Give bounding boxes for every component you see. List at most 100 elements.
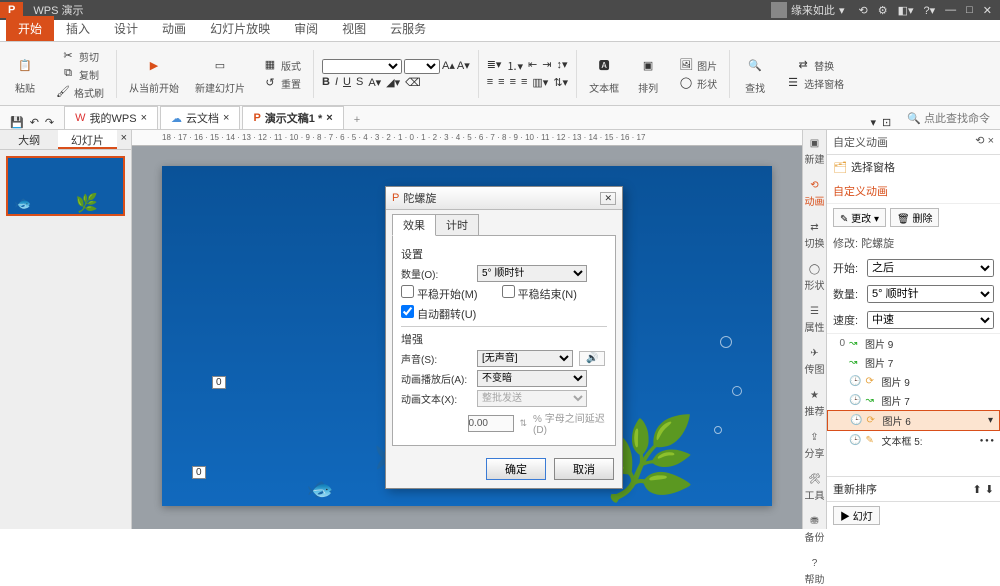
copy-button[interactable]: ⧉复制 bbox=[59, 65, 99, 83]
ribbon-tab-home[interactable]: 开始 bbox=[6, 16, 54, 41]
smooth-start-checkbox[interactable]: 平稳开始(M) bbox=[401, 285, 478, 302]
side-tab-attributes[interactable]: ☰属性 bbox=[805, 306, 825, 334]
ribbon-tab-view[interactable]: 视图 bbox=[330, 16, 378, 41]
select-pane-button[interactable]: ☰选择窗格 bbox=[784, 74, 844, 92]
textbox-button[interactable]: 🅰文本框 bbox=[583, 44, 625, 103]
reset-button[interactable]: ↺重置 bbox=[261, 74, 301, 92]
align-left-button[interactable]: ≡ bbox=[487, 76, 493, 89]
side-tab-shape[interactable]: ◯形状 bbox=[805, 264, 825, 292]
ok-button[interactable]: 确定 bbox=[486, 458, 546, 480]
auto-reverse-checkbox[interactable]: 自动翻转(U) bbox=[401, 305, 476, 322]
cut-button[interactable]: ✂剪切 bbox=[59, 47, 99, 65]
close-icon[interactable]: × bbox=[117, 130, 131, 149]
chevron-down-icon[interactable]: ▾ bbox=[988, 415, 993, 426]
small-fish-image[interactable]: 🐟 bbox=[307, 476, 334, 502]
doc-tab-mywps[interactable]: W我的WPS× bbox=[64, 106, 158, 129]
ribbon-tab-cloud[interactable]: 云服务 bbox=[378, 16, 438, 41]
command-search[interactable]: 🔍 点此查找命令 bbox=[897, 107, 1000, 129]
dialog-tab-timing[interactable]: 计时 bbox=[435, 214, 479, 236]
doc-tab-presentation1[interactable]: P演示文稿1 *× bbox=[242, 106, 343, 129]
sync-icon[interactable]: ⟲ bbox=[858, 4, 867, 17]
ribbon-tab-insert[interactable]: 插入 bbox=[54, 16, 102, 41]
find-button[interactable]: 🔍查找 bbox=[736, 44, 774, 103]
animation-order-marker[interactable]: 0 bbox=[212, 376, 226, 389]
ribbon-tab-slideshow[interactable]: 幻灯片放映 bbox=[198, 16, 282, 41]
sync-icon[interactable]: ⟲ bbox=[975, 135, 984, 147]
side-tab-tools[interactable]: 🛠工具 bbox=[805, 474, 825, 502]
line-spacing-button[interactable]: ↕▾ bbox=[556, 58, 567, 74]
amount-select[interactable]: 5° 顺时针 bbox=[867, 285, 994, 303]
align-center-button[interactable]: ≡ bbox=[498, 76, 504, 89]
move-down-button[interactable]: ⬇ bbox=[985, 484, 994, 496]
animation-order-marker[interactable]: 0 bbox=[192, 466, 206, 479]
maximize-icon[interactable]: □ bbox=[966, 4, 973, 17]
list-item[interactable]: 0↝图片 9 bbox=[827, 334, 1000, 353]
close-icon[interactable]: ✕ bbox=[600, 192, 616, 205]
arrange-button[interactable]: ▣排列 bbox=[629, 44, 667, 103]
layout-button[interactable]: ▦版式 bbox=[261, 56, 301, 74]
side-tab-info[interactable]: ✈传图 bbox=[805, 348, 825, 376]
side-tab-new[interactable]: ▣新建 bbox=[805, 138, 825, 166]
feedback-icon[interactable]: ?▾ bbox=[923, 4, 935, 17]
increase-font-icon[interactable]: A▴ bbox=[442, 59, 455, 74]
underline-button[interactable]: U bbox=[343, 76, 351, 89]
pin-icon[interactable]: ⊡ bbox=[882, 116, 891, 129]
close-icon[interactable]: ✕ bbox=[983, 4, 992, 17]
italic-button[interactable]: I bbox=[335, 76, 338, 89]
user-account[interactable]: 缘来如此▾ bbox=[765, 2, 851, 18]
select-pane-button[interactable]: 🗂选择窗格 bbox=[827, 155, 1000, 179]
smooth-end-checkbox[interactable]: 平稳结束(N) bbox=[502, 285, 577, 302]
side-tab-help[interactable]: ?帮助 bbox=[805, 558, 825, 586]
close-icon[interactable]: × bbox=[326, 112, 332, 124]
settings-icon[interactable]: ⚙ bbox=[878, 4, 888, 17]
align-right-button[interactable]: ≡ bbox=[510, 76, 516, 89]
redo-icon[interactable]: ↷ bbox=[45, 116, 54, 129]
text-direction-button[interactable]: ⇅▾ bbox=[553, 76, 568, 89]
play-slideshow-button[interactable]: ▶ 幻灯 bbox=[833, 506, 880, 525]
minimize-icon[interactable]: — bbox=[945, 4, 956, 17]
outline-tab[interactable]: 大纲 bbox=[0, 130, 58, 149]
list-item[interactable]: 🕒↝图片 7 bbox=[827, 391, 1000, 410]
format-painter-button[interactable]: 🖌格式刷 bbox=[54, 83, 104, 101]
slide-thumbnail-1[interactable]: 🐟 🌿 bbox=[6, 156, 125, 216]
numbering-button[interactable]: ⒈▾ bbox=[506, 58, 523, 74]
move-up-button[interactable]: ⬆ bbox=[973, 484, 982, 496]
paste-button[interactable]: 📋粘贴 bbox=[6, 44, 44, 103]
dialog-tab-effect[interactable]: 效果 bbox=[392, 214, 436, 236]
side-tab-share[interactable]: ⇪分享 bbox=[805, 432, 825, 460]
delete-effect-button[interactable]: 🗑 删除 bbox=[890, 208, 939, 227]
ribbon-tab-animation[interactable]: 动画 bbox=[150, 16, 198, 41]
doc-tab-cloud[interactable]: ☁云文档× bbox=[160, 106, 240, 129]
sound-select[interactable]: [无声音] bbox=[477, 350, 573, 367]
bold-button[interactable]: B bbox=[322, 76, 330, 89]
save-icon[interactable]: 💾 bbox=[10, 116, 24, 129]
tab-overflow-icon[interactable]: ▾ bbox=[870, 116, 876, 129]
bullets-button[interactable]: ≣▾ bbox=[487, 58, 502, 74]
list-item[interactable]: 🕒⟳图片 6▾ bbox=[827, 410, 1000, 431]
new-tab-button[interactable]: + bbox=[346, 111, 368, 129]
close-icon[interactable]: × bbox=[141, 112, 147, 124]
ribbon-tab-design[interactable]: 设计 bbox=[102, 16, 150, 41]
amount-select[interactable]: 5° 顺时针 bbox=[477, 265, 587, 282]
columns-button[interactable]: ▥▾ bbox=[532, 76, 548, 89]
undo-icon[interactable]: ↶ bbox=[30, 116, 39, 129]
highlight-button[interactable]: ◢▾ bbox=[386, 76, 400, 89]
from-current-slide-button[interactable]: ▶从当前开始 bbox=[123, 44, 185, 103]
justify-button[interactable]: ≡ bbox=[521, 76, 527, 89]
strike-button[interactable]: S bbox=[356, 76, 363, 89]
side-tab-transition[interactable]: ⇄切换 bbox=[805, 222, 825, 250]
font-size-select[interactable] bbox=[404, 59, 440, 74]
list-item[interactable]: 🕒⟳图片 9 bbox=[827, 372, 1000, 391]
side-tab-backup[interactable]: ⛃备份 bbox=[805, 516, 825, 544]
clear-format-button[interactable]: ⌫ bbox=[405, 76, 421, 89]
new-slide-button[interactable]: ▭新建幻灯片 bbox=[189, 44, 251, 103]
close-icon[interactable]: × bbox=[223, 112, 229, 124]
start-select[interactable]: 之后 bbox=[867, 259, 994, 277]
side-tab-animation[interactable]: ⟲动画 bbox=[805, 180, 825, 208]
list-item[interactable]: 🕒✎文本框 5:● ● ● bbox=[827, 431, 1000, 450]
speed-select[interactable]: 中速 bbox=[867, 311, 994, 329]
list-item[interactable]: ↝图片 7 bbox=[827, 353, 1000, 372]
after-anim-select[interactable]: 不变暗 bbox=[477, 370, 587, 387]
ribbon-tab-review[interactable]: 审阅 bbox=[282, 16, 330, 41]
replace-button[interactable]: ⇄替换 bbox=[794, 56, 834, 74]
